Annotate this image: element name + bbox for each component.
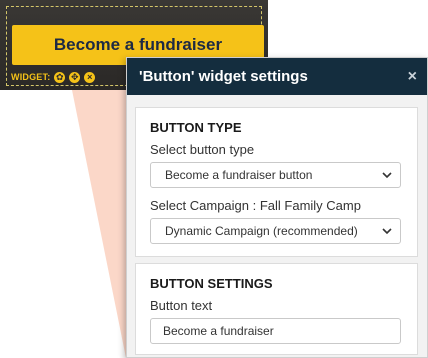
widget-settings-panel: 'Button' widget settings × BUTTON TYPE S… <box>126 57 428 358</box>
campaign-select[interactable]: Dynamic Campaign (recommended) <box>150 218 401 244</box>
button-type-select[interactable]: Become a fundraiser button <box>150 162 401 188</box>
close-button[interactable]: × <box>408 68 417 86</box>
panel-title: 'Button' widget settings <box>139 68 308 85</box>
move-icon[interactable]: ✥ <box>69 71 81 83</box>
widget-label: WIDGET: <box>11 72 51 82</box>
campaign-value: Dynamic Campaign (recommended) <box>165 224 358 238</box>
chevron-down-icon <box>382 172 392 179</box>
campaign-label: Select Campaign : Fall Family Camp <box>150 198 361 213</box>
gear-icon[interactable]: ✿ <box>54 71 66 83</box>
button-type-value: Become a fundraiser button <box>165 168 313 182</box>
button-settings-section: BUTTON SETTINGS Button text Become a fun… <box>135 263 418 355</box>
panel-body: BUTTON TYPE Select button type Become a … <box>127 95 427 357</box>
widget-toolbar: WIDGET: ✿ ✥ × <box>11 69 96 85</box>
section-heading: BUTTON SETTINGS <box>150 276 273 291</box>
button-type-section: BUTTON TYPE Select button type Become a … <box>135 107 418 257</box>
button-type-label: Select button type <box>150 142 255 157</box>
section-heading: BUTTON TYPE <box>150 120 242 135</box>
button-text-value: Become a fundraiser <box>163 324 274 338</box>
chevron-down-icon <box>382 228 392 235</box>
button-text-label: Button text <box>150 298 213 313</box>
panel-header: 'Button' widget settings × <box>127 58 427 95</box>
button-text-input[interactable]: Become a fundraiser <box>150 318 401 344</box>
close-icon[interactable]: × <box>84 71 96 83</box>
